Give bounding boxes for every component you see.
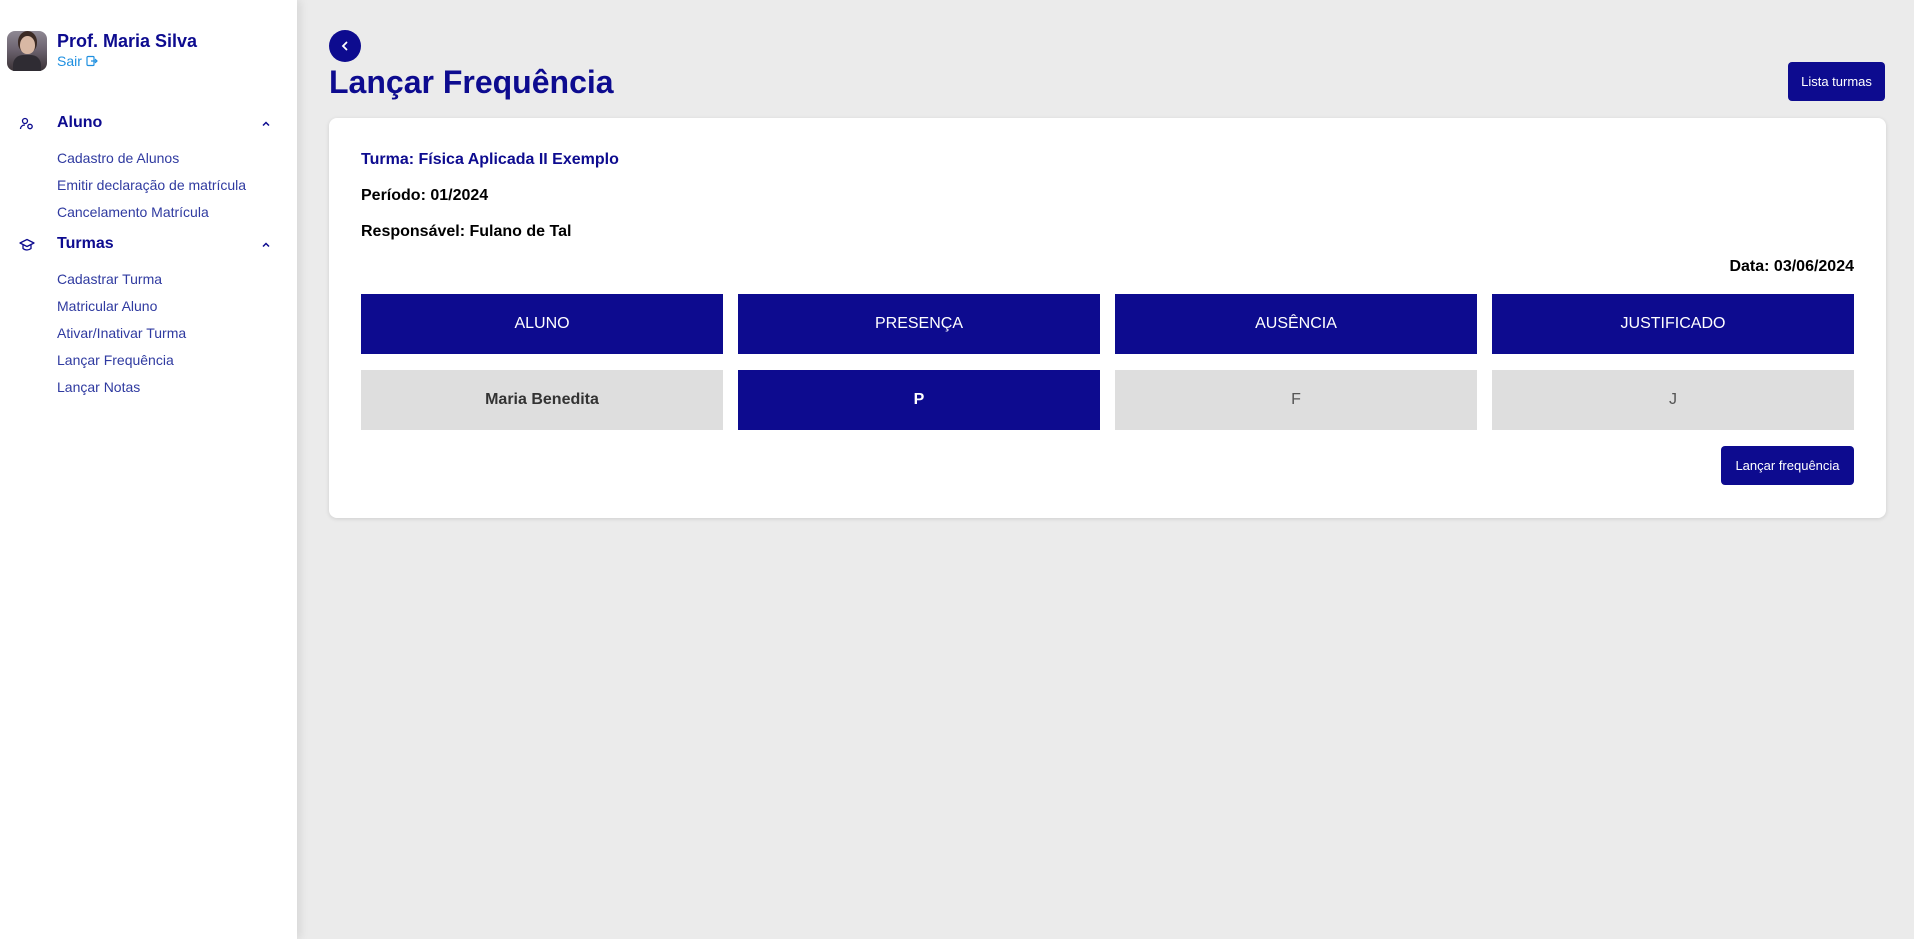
column-header-justificado: JUSTIFICADO bbox=[1492, 294, 1854, 354]
sidebar-item-cadastro-alunos[interactable]: Cadastro de Alunos bbox=[57, 149, 246, 176]
list-turmas-button[interactable]: Lista turmas bbox=[1788, 62, 1885, 101]
logout-link[interactable]: Sair bbox=[57, 53, 197, 69]
column-header-presenca: PRESENÇA bbox=[738, 294, 1100, 354]
column-header-aluno: ALUNO bbox=[361, 294, 723, 354]
menu-header-aluno[interactable]: Aluno bbox=[0, 112, 297, 136]
sidebar-item-emitir-declaracao[interactable]: Emitir declaração de matrícula bbox=[57, 176, 246, 203]
justified-option[interactable]: J bbox=[1492, 370, 1854, 430]
presence-option[interactable]: P bbox=[738, 370, 1100, 430]
attendance-card: Turma: Física Aplicada II Exemplo Períod… bbox=[329, 118, 1886, 518]
responsavel-label: Responsável: Fulano de Tal bbox=[361, 223, 572, 240]
profile: Prof. Maria Silva Sair bbox=[7, 31, 197, 71]
back-button[interactable] bbox=[329, 30, 361, 62]
periodo-label: Período: 01/2024 bbox=[361, 187, 489, 204]
chevron-left-icon[interactable] bbox=[339, 40, 351, 52]
chevron-up-icon[interactable] bbox=[260, 118, 272, 130]
menu-title-turmas[interactable]: Turmas bbox=[57, 235, 114, 253]
table-row: Maria Benedita P F J bbox=[361, 370, 1854, 430]
date-label: Data: 03/06/2024 bbox=[1729, 258, 1854, 275]
student-name: Maria Benedita bbox=[361, 370, 723, 430]
column-header-ausencia: AUSÊNCIA bbox=[1115, 294, 1477, 354]
sidebar-item-cadastrar-turma[interactable]: Cadastrar Turma bbox=[57, 270, 186, 297]
table-header: ALUNO PRESENÇA AUSÊNCIA JUSTIFICADO bbox=[361, 294, 1854, 354]
menu-section-aluno: Aluno bbox=[0, 112, 297, 136]
sidebar-item-lancar-notas[interactable]: Lançar Notas bbox=[57, 378, 186, 405]
page-title: Lançar Frequência bbox=[329, 64, 614, 100]
menu-section-turmas: Turmas bbox=[0, 233, 297, 257]
submenu-aluno: Cadastro de Alunos Emitir declaração de … bbox=[57, 149, 246, 230]
logout-icon[interactable] bbox=[86, 55, 98, 67]
submit-attendance-button[interactable]: Lançar frequência bbox=[1721, 446, 1854, 485]
sidebar-item-cancelamento-matricula[interactable]: Cancelamento Matrícula bbox=[57, 203, 246, 230]
profile-name: Prof. Maria Silva bbox=[57, 31, 198, 51]
turma-label: Turma: Física Aplicada II Exemplo bbox=[361, 151, 619, 168]
submenu-turmas: Cadastrar Turma Matricular Aluno Ativar/… bbox=[57, 270, 186, 405]
absence-option[interactable]: F bbox=[1115, 370, 1477, 430]
graduation-cap-icon bbox=[19, 238, 35, 251]
sidebar-item-lancar-frequencia[interactable]: Lançar Frequência bbox=[57, 351, 186, 378]
menu-title-aluno[interactable]: Aluno bbox=[57, 114, 102, 132]
sidebar-item-ativar-inativar-turma[interactable]: Ativar/Inativar Turma bbox=[57, 324, 186, 351]
logout-label[interactable]: Sair bbox=[57, 53, 82, 69]
sidebar: Prof. Maria Silva Sair Aluno Cadastro de… bbox=[0, 0, 297, 939]
sidebar-item-matricular-aluno[interactable]: Matricular Aluno bbox=[57, 297, 186, 324]
avatar bbox=[7, 31, 47, 71]
chevron-up-icon[interactable] bbox=[260, 239, 272, 251]
menu-header-turmas[interactable]: Turmas bbox=[0, 233, 297, 257]
students-icon bbox=[19, 117, 33, 130]
